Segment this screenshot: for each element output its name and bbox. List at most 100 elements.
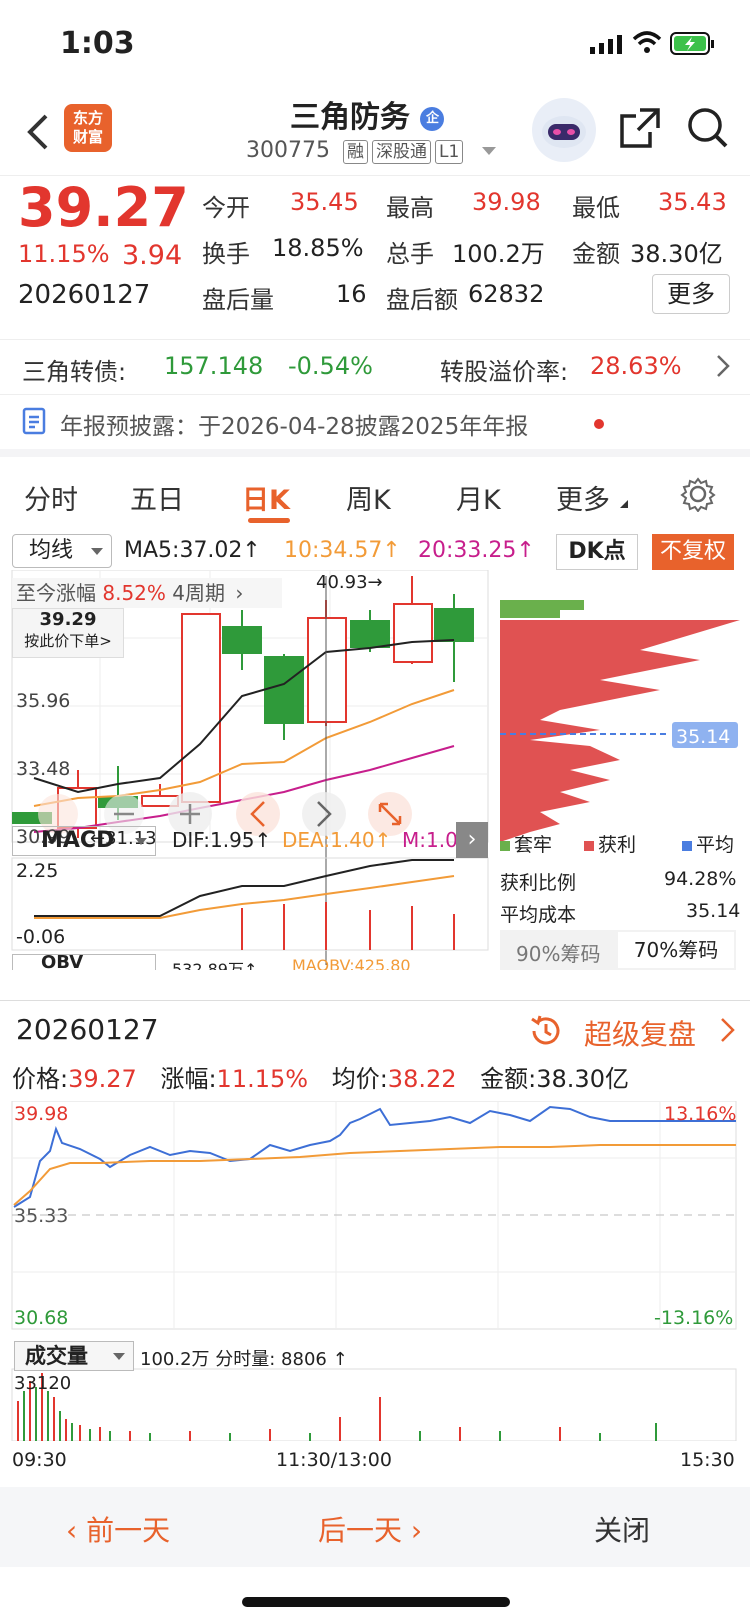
gain-value: 8.52%	[102, 581, 166, 605]
logo-text-1: 东方	[72, 109, 103, 127]
amount-label: 金额	[572, 240, 620, 268]
panel-date: 20260127	[16, 1013, 159, 1046]
chip-distribution	[500, 600, 740, 842]
chip-tab-90[interactable]: 90%筹码	[516, 938, 600, 967]
app-logo: 东方 财富	[64, 104, 112, 152]
premium-value: 28.63%	[590, 352, 682, 380]
price-value: 39.27	[68, 1065, 137, 1093]
kline-chart-area: 均线 MA5:37.02↑ 10:34.57↑ 20:33.25↑ DK点 不复…	[0, 530, 750, 1000]
back-icon[interactable]	[24, 112, 50, 156]
bond-price: 157.148	[164, 352, 264, 380]
stock-title: 三角防务 企	[290, 92, 445, 136]
gain-badge[interactable]: 至今涨幅 8.52% 4周期 ›	[12, 578, 282, 608]
avg-cost-label: 平均成本	[500, 904, 577, 926]
legend-profit: 获利	[584, 830, 636, 857]
battery-icon	[670, 32, 716, 60]
intraday-ptop: 13.16%	[664, 1103, 737, 1125]
volume-label: 总手	[386, 240, 434, 268]
open-value: 35.45	[290, 188, 359, 216]
volume-max: 33120	[14, 1373, 72, 1394]
adjust-label: 不复权	[659, 539, 726, 564]
high-value: 39.98	[472, 188, 541, 216]
quote-date: 20260127	[18, 280, 151, 310]
close-button[interactable]: 关闭	[594, 1509, 650, 1549]
tab-intraday[interactable]: 分时	[24, 478, 78, 517]
volume-select-arrow-icon	[113, 1353, 125, 1360]
bond-percent: -0.54%	[288, 352, 373, 380]
avg-cost-value: 35.14	[686, 900, 741, 922]
status-time: 1:03	[60, 26, 135, 61]
high-marker: 40.93→	[316, 572, 383, 593]
legend-average: 平均	[682, 830, 734, 857]
document-icon	[22, 407, 48, 441]
gain-period: 4周期	[172, 581, 225, 605]
enterprise-badge: 企	[420, 106, 445, 131]
profit-ratio-label: 获利比例	[500, 872, 577, 894]
low-label: 最低	[572, 194, 620, 222]
macd-dea: DEA:1.40↑	[282, 828, 392, 852]
y-label-1: 35.96	[16, 690, 71, 712]
dk-button[interactable]: DK点	[556, 534, 638, 570]
convertible-bond-row[interactable]: 三角转债: 157.148 -0.54% 转股溢价率: 28.63%	[0, 340, 750, 395]
prev-day-label: 前一天	[86, 1514, 171, 1547]
settings-gear-icon[interactable]	[680, 476, 716, 519]
status-bar: 1:03	[0, 0, 750, 88]
ma5-value: MA5:37.02↑	[124, 538, 261, 563]
tab-more[interactable]: 更多	[556, 478, 610, 517]
obv-select-label: OBV	[41, 954, 84, 970]
tag-connect: 深股通	[371, 140, 431, 164]
after-hours-vol-value: 16	[336, 280, 367, 308]
history-icon	[528, 1013, 564, 1053]
gain-label: 至今涨幅	[16, 581, 96, 605]
profit-ratio-value: 94.28%	[664, 868, 737, 890]
intraday-info-row: 价格:39.27 涨幅:11.15% 均价:38.22 金额:38.30亿	[12, 1059, 629, 1094]
ma-select-label: 均线	[29, 538, 74, 563]
intraday-svg	[11, 1101, 737, 1441]
next-day-button[interactable]: 后一天 ›	[318, 1509, 422, 1549]
volume-select-label: 成交量	[25, 1344, 88, 1368]
annual-report-notice[interactable]: 年报预披露：于2026-04-28披露2025年年报	[0, 395, 750, 457]
time-end: 15:30	[680, 1449, 735, 1471]
obv-select[interactable]: OBV	[12, 954, 156, 970]
bond-label: 三角转债:	[22, 358, 127, 386]
stock-name: 三角防务	[290, 100, 410, 135]
dropdown-icon[interactable]	[482, 147, 497, 155]
prev-day-button[interactable]: ‹ 前一天	[66, 1509, 170, 1549]
share-icon[interactable]	[618, 106, 662, 154]
tab-monthly-k[interactable]: 月K	[456, 478, 501, 517]
chip-tab-70[interactable]: 70%筹码	[618, 932, 734, 968]
super-replay-link[interactable]: 超级复盘	[584, 1013, 696, 1053]
low-value: 35.43	[658, 188, 727, 216]
order-price-box[interactable]: 39.29 按此价下单>	[12, 608, 124, 658]
open-label: 今开	[202, 194, 250, 222]
avg-label: 均价:	[331, 1065, 388, 1093]
tab-five-day[interactable]: 五日	[130, 478, 184, 517]
ma-select-arrow-icon	[91, 548, 103, 555]
after-hours-vol-label: 盘后量	[202, 286, 274, 314]
time-mid: 11:30/13:00	[276, 1449, 392, 1471]
tab-daily-k[interactable]: 日K	[242, 478, 290, 517]
adjust-button[interactable]: 不复权	[652, 534, 734, 570]
chevron-right-icon	[720, 1017, 736, 1047]
avg-value: 38.22	[387, 1065, 457, 1093]
more-button[interactable]: 更多	[652, 274, 730, 314]
tab-weekly-k[interactable]: 周K	[346, 478, 391, 517]
quote-panel: 39.27 11.15% 3.94 20260127 今开 35.45 最高 3…	[0, 176, 750, 340]
volume-select[interactable]: 成交量	[14, 1341, 134, 1371]
turnover-value: 18.85%	[272, 234, 364, 262]
ma-select[interactable]: 均线	[12, 534, 112, 568]
after-hours-amt-value: 62832	[468, 280, 545, 308]
home-indicator	[242, 1597, 510, 1607]
chart-tabs: 分时 五日 日K 周K 月K 更多	[0, 462, 750, 530]
amt-label: 金额:	[480, 1065, 537, 1093]
macd-expand-icon[interactable]: ›	[456, 822, 488, 858]
chevron-right-icon: ›	[235, 581, 244, 605]
intraday-ymid: 35.33	[14, 1205, 69, 1227]
day-nav-bar: ‹ 前一天 后一天 › 关闭	[0, 1487, 750, 1567]
notice-text: 年报预披露：于2026-04-28披露2025年年报	[60, 414, 529, 440]
search-icon[interactable]	[686, 106, 730, 156]
macd-select[interactable]: MACD	[12, 826, 156, 856]
robot-avatar[interactable]	[532, 98, 596, 162]
macd-y1: 2.25	[16, 860, 59, 882]
stock-code-row: 300775 融深股通 L1	[246, 138, 497, 164]
